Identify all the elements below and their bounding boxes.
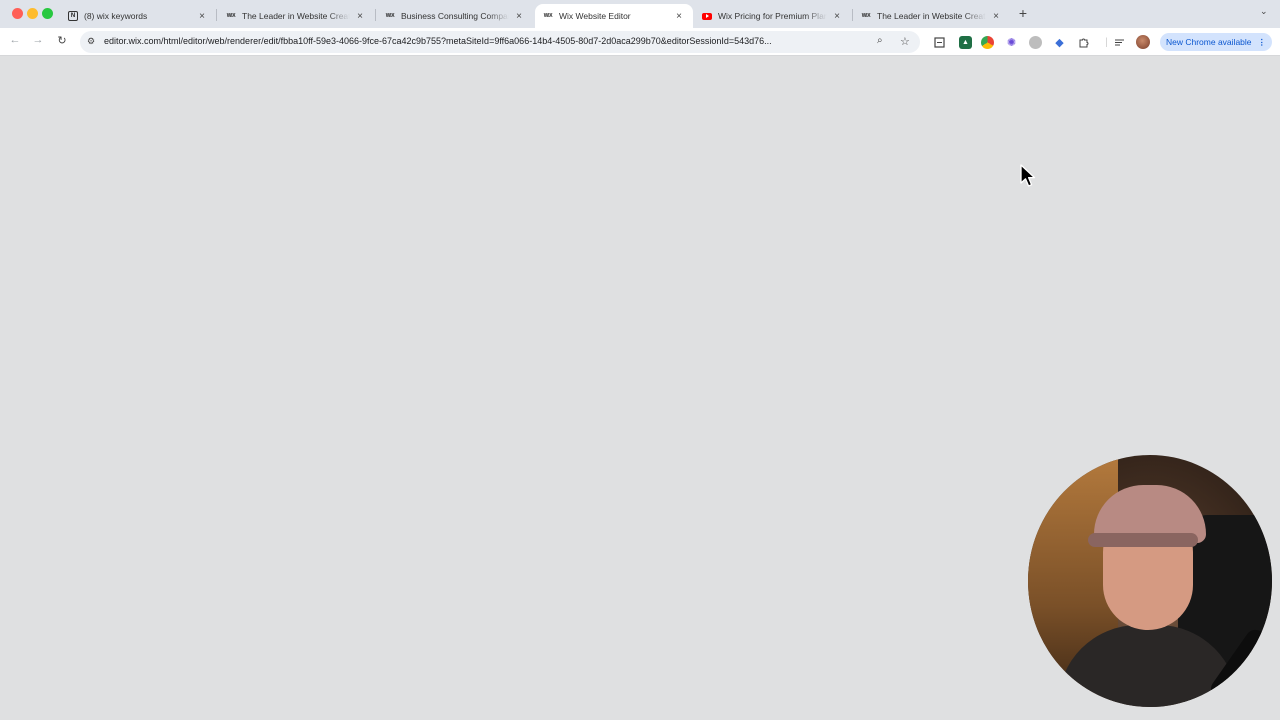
chrome-update-button[interactable]: New Chrome available ⋮ <box>1160 33 1272 51</box>
tab-wix-keywords[interactable]: N (8) wix keywords × <box>60 4 216 28</box>
bookmark-star-icon[interactable]: ☆ <box>900 35 910 48</box>
new-tab-button[interactable]: + <box>1016 5 1030 21</box>
zoom-icon[interactable]: ⌕ <box>877 35 883 46</box>
notion-icon: N <box>68 11 78 21</box>
address-bar[interactable]: ⚙ editor.wix.com/html/editor/web/rendere… <box>80 31 920 53</box>
tab-title: The Leader in Website Creati <box>242 11 350 21</box>
gear-extension-icon[interactable]: ✺ <box>1005 36 1018 49</box>
color-extension-icon[interactable] <box>981 36 994 49</box>
wix-icon: WiX <box>543 13 553 19</box>
tab-close-icon[interactable]: × <box>831 11 843 22</box>
window-minimize-button[interactable] <box>27 8 38 19</box>
tag-extension-icon[interactable]: ◆ <box>1053 36 1066 49</box>
tab-title: Wix Website Editor <box>559 11 631 21</box>
tab-leader-website-2[interactable]: WiX The Leader in Website Creati × <box>853 4 1010 28</box>
tab-search-icon[interactable]: ⌄ <box>1260 6 1268 17</box>
tab-close-icon[interactable]: × <box>354 11 366 22</box>
mouse-cursor-icon <box>1020 164 1036 187</box>
toolbar-divider: | <box>1105 37 1108 48</box>
back-button[interactable]: ← <box>8 34 22 46</box>
wix-icon: WiX <box>226 13 236 19</box>
webcam-cap-brim <box>1088 533 1198 547</box>
forward-button[interactable]: → <box>31 34 45 46</box>
tab-close-icon[interactable]: × <box>196 11 208 22</box>
tab-close-icon[interactable]: × <box>990 11 1002 22</box>
tab-title: (8) wix keywords <box>84 11 148 21</box>
browser-toolbar: ← → ↻ ⚙ editor.wix.com/html/editor/web/r… <box>0 28 1280 56</box>
wix-icon: WiX <box>861 13 871 19</box>
tab-title: Business Consulting Compan <box>401 11 509 21</box>
tab-wix-website-editor[interactable]: WiX Wix Website Editor × <box>535 4 693 28</box>
tab-business-consulting[interactable]: WiX Business Consulting Compan × <box>377 4 533 28</box>
window-close-button[interactable] <box>12 8 23 19</box>
reload-button[interactable]: ↻ <box>55 34 69 47</box>
site-settings-icon[interactable]: ⚙ <box>87 36 95 47</box>
puzzle-extensions-icon[interactable] <box>1077 36 1090 49</box>
tab-separator <box>216 9 217 21</box>
screenshot-extension-icon[interactable] <box>933 36 946 49</box>
youtube-icon <box>702 12 712 20</box>
tab-close-icon[interactable]: × <box>673 11 685 22</box>
tab-leader-website-1[interactable]: WiX The Leader in Website Creati × <box>218 4 374 28</box>
tab-close-icon[interactable]: × <box>513 11 525 22</box>
reading-list-icon[interactable] <box>1113 36 1126 49</box>
tab-wix-pricing[interactable]: Wix Pricing for Premium Plan × <box>694 4 851 28</box>
webcam-overlay <box>1028 455 1272 707</box>
wix-icon: WiX <box>385 13 395 19</box>
update-label: New Chrome available <box>1166 37 1252 47</box>
tab-title: Wix Pricing for Premium Plan <box>718 11 827 21</box>
tab-title: The Leader in Website Creati <box>877 11 986 21</box>
window-maximize-button[interactable] <box>42 8 53 19</box>
green-extension-icon[interactable]: ▲ <box>959 36 972 49</box>
grey-extension-icon[interactable] <box>1029 36 1042 49</box>
menu-icon[interactable]: ⋮ <box>1258 37 1267 48</box>
url-text[interactable]: editor.wix.com/html/editor/web/renderer/… <box>104 36 874 46</box>
tab-separator <box>375 9 376 21</box>
tab-strip: N (8) wix keywords × WiX The Leader in W… <box>0 0 1280 28</box>
profile-avatar[interactable] <box>1136 35 1150 49</box>
